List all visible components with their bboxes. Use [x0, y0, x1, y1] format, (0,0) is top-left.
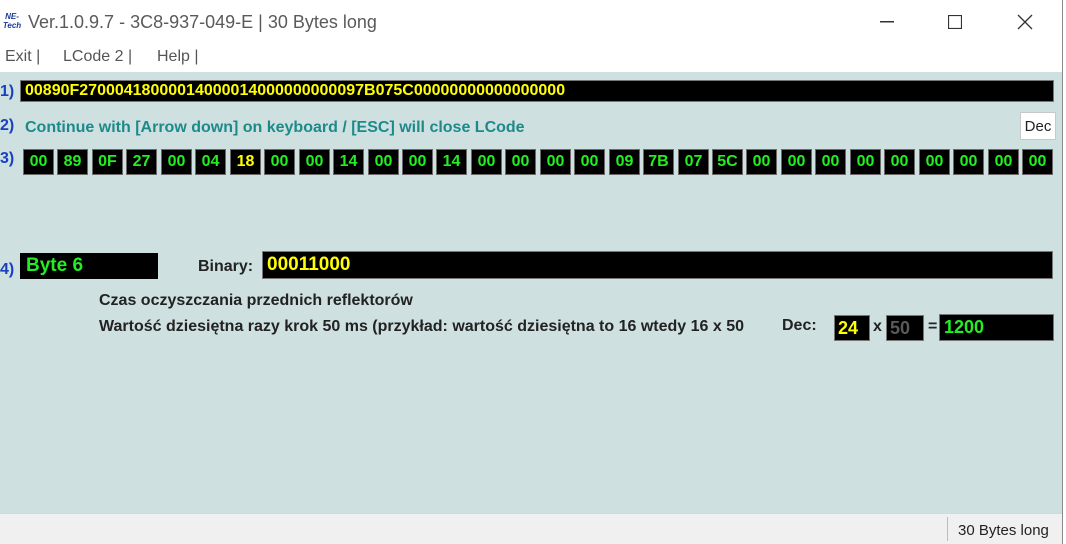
byte-cell-21[interactable]: 00	[746, 149, 777, 175]
selected-byte-label: Byte 6	[20, 253, 158, 279]
window-title: Ver.1.0.9.7 - 3C8-937-049-E | 30 Bytes l…	[28, 12, 377, 32]
byte-cell-17[interactable]: 09	[609, 149, 640, 175]
minimize-icon	[880, 21, 894, 23]
byte-cell-27[interactable]: 00	[953, 149, 984, 175]
byte-cell-8[interactable]: 00	[299, 149, 330, 175]
lcode-hex-field[interactable]: 00890F27000418000014000014000000000097B0…	[20, 80, 1054, 102]
minimize-button[interactable]	[852, 0, 922, 44]
byte-cell-24[interactable]: 00	[850, 149, 881, 175]
byte-cell-13[interactable]: 00	[471, 149, 502, 175]
maximize-button[interactable]	[920, 0, 990, 44]
binary-label: Binary:	[198, 258, 254, 275]
byte-cell-28[interactable]: 00	[988, 149, 1019, 175]
row-number-2: 2)	[0, 117, 15, 134]
byte-cell-7[interactable]: 00	[264, 149, 295, 175]
close-button[interactable]	[990, 0, 1060, 44]
byte-cell-4[interactable]: 00	[161, 149, 192, 175]
byte-grid: 00 89 0F 27 00 04 18 00 00 14 00 00 14 00 00 00 00 09 7B 07…	[23, 149, 1063, 175]
menu-lcode2[interactable]: LCode 2 |	[63, 48, 132, 66]
menu-bar: Exit | LCode 2 | Help |	[0, 44, 1062, 72]
status-divider	[947, 517, 948, 541]
byte-description-formula: Wartość dziesiętna razy krok 50 ms (przy…	[99, 318, 744, 335]
maximize-icon	[948, 15, 962, 29]
byte-cell-9[interactable]: 14	[333, 149, 364, 175]
row-number-4: 4)	[0, 261, 15, 278]
row-number-1: 1)	[0, 83, 15, 100]
byte-cell-1[interactable]: 89	[57, 149, 88, 175]
byte-cell-15[interactable]: 00	[540, 149, 571, 175]
byte-cell-6[interactable]: 18	[230, 149, 261, 175]
lcode-window: NE-Tech Ver.1.0.9.7 - 3C8-937-049-E | 30…	[0, 0, 1063, 544]
byte-cell-12[interactable]: 14	[436, 149, 467, 175]
result-value-field: 1200	[939, 314, 1054, 341]
byte-cell-25[interactable]: 00	[884, 149, 915, 175]
dec-label: Dec:	[782, 317, 817, 334]
dec-button[interactable]: Dec	[1020, 112, 1056, 140]
multiply-sign: x	[873, 318, 882, 335]
binary-value-field: 00011000	[262, 251, 1053, 279]
row-number-3: 3)	[0, 150, 15, 167]
byte-cell-3[interactable]: 27	[126, 149, 157, 175]
byte-cell-19[interactable]: 07	[678, 149, 709, 175]
step-value-field: 50	[886, 315, 924, 341]
equals-sign: =	[928, 318, 938, 335]
title-bar: NE-Tech Ver.1.0.9.7 - 3C8-937-049-E | 30…	[0, 0, 1062, 44]
byte-cell-14[interactable]: 00	[505, 149, 536, 175]
byte-cell-22[interactable]: 00	[781, 149, 812, 175]
byte-cell-18[interactable]: 7B	[643, 149, 674, 175]
byte-cell-16[interactable]: 00	[574, 149, 605, 175]
byte-cell-11[interactable]: 00	[402, 149, 433, 175]
app-logo-icon: NE-Tech	[2, 12, 22, 30]
close-icon	[1017, 14, 1033, 30]
byte-cell-2[interactable]: 0F	[92, 149, 123, 175]
byte-cell-5[interactable]: 04	[195, 149, 226, 175]
status-byte-count: 30 Bytes long	[958, 522, 1049, 539]
byte-cell-26[interactable]: 00	[919, 149, 950, 175]
byte-cell-20[interactable]: 5C	[712, 149, 743, 175]
dec-value-field[interactable]: 24	[834, 315, 870, 341]
menu-exit[interactable]: Exit |	[5, 48, 40, 66]
menu-help[interactable]: Help |	[157, 48, 199, 66]
byte-cell-29[interactable]: 00	[1022, 149, 1053, 175]
byte-description-title: Czas oczyszczania przednich reflektorów	[99, 292, 413, 309]
byte-cell-0[interactable]: 00	[23, 149, 54, 175]
byte-cell-10[interactable]: 00	[368, 149, 399, 175]
keyboard-hint: Continue with [Arrow down] on keyboard /…	[25, 119, 525, 136]
status-bar: 30 Bytes long	[0, 513, 1062, 544]
byte-cell-23[interactable]: 00	[815, 149, 846, 175]
